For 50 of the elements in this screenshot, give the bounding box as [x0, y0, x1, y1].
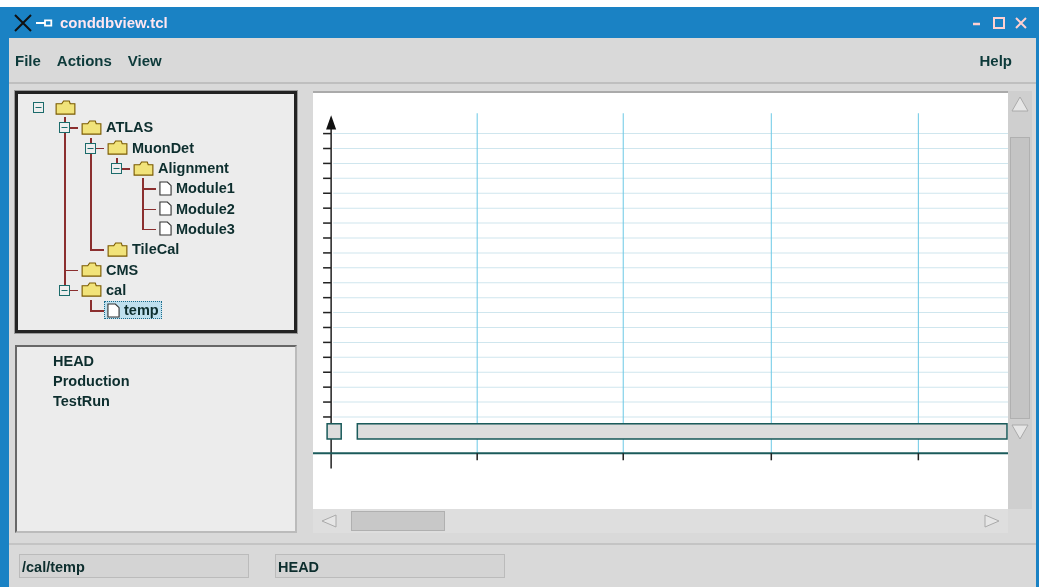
pin-icon[interactable] [36, 17, 54, 28]
file-icon [159, 180, 172, 196]
tag-item[interactable]: Production [53, 371, 130, 391]
tag-item[interactable]: TestRun [53, 391, 110, 411]
scroll-right-icon[interactable] [982, 513, 1002, 529]
file-icon [107, 302, 120, 318]
folder-icon [133, 160, 154, 176]
folder-icon [107, 140, 128, 156]
scroll-left-icon[interactable] [319, 513, 339, 529]
help-menu[interactable]: Help [977, 49, 1022, 71]
scrollbar-thumb[interactable] [351, 511, 445, 531]
menu-item[interactable]: View [125, 49, 172, 71]
tree-item[interactable]: MuonDet [104, 138, 197, 157]
folder-icon [55, 99, 76, 115]
tree-root[interactable] [52, 98, 79, 116]
scroll-down-icon[interactable] [1010, 422, 1030, 442]
collapse-toggle-icon[interactable] [59, 122, 70, 134]
scrollbar-thumb[interactable] [1010, 137, 1030, 419]
maximize-icon[interactable] [992, 15, 1006, 30]
file-icon [159, 201, 172, 217]
folder-icon [81, 119, 102, 135]
tree-item[interactable]: TileCal [104, 240, 183, 259]
tree-item[interactable]: Module1 [156, 179, 238, 198]
folder-icon [81, 262, 102, 277]
menu-item[interactable]: Actions [54, 49, 122, 71]
collapse-toggle-icon[interactable] [85, 142, 96, 154]
window-title: conddbview.tcl [60, 14, 168, 31]
collapse-toggle-icon[interactable] [59, 284, 70, 296]
file-icon [159, 221, 172, 237]
path-status: /cal/temp [19, 554, 249, 578]
interval-bar [326, 423, 342, 440]
vertical-scrollbar[interactable] [1008, 91, 1032, 509]
tree-item[interactable]: Module2 [156, 199, 238, 218]
tree-item[interactable]: ATLAS [78, 118, 157, 137]
scroll-up-icon[interactable] [1010, 94, 1030, 114]
x-logo-icon [13, 13, 33, 32]
tag-status: HEAD [275, 554, 505, 578]
tag-item[interactable]: HEAD [53, 351, 95, 371]
folder-icon [81, 282, 102, 298]
collapse-toggle-icon[interactable] [111, 162, 122, 174]
collapse-toggle-icon[interactable] [33, 102, 44, 113]
tree-item[interactable]: CMS [78, 260, 142, 279]
menu-item[interactable]: File [13, 49, 51, 71]
tree-item[interactable]: cal [78, 280, 130, 299]
folder-icon [107, 241, 128, 257]
tree-item[interactable]: Module3 [156, 219, 238, 238]
tree-item[interactable]: temp [104, 301, 162, 320]
horizontal-scrollbar[interactable] [313, 509, 1008, 533]
tree-item[interactable]: Alignment [130, 159, 232, 178]
close-icon[interactable] [1014, 15, 1028, 30]
